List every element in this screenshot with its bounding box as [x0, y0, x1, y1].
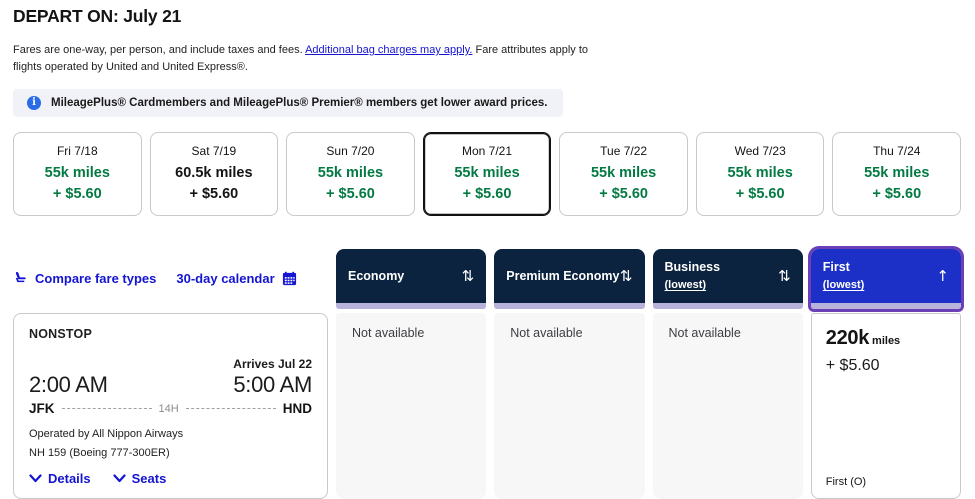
award-fees: + $5.60: [825, 357, 880, 375]
availability-status: Not available: [510, 326, 583, 341]
sort-ascending-icon: ↑: [936, 267, 949, 286]
fare-class-label: First (O): [825, 476, 867, 489]
arrival-note: Arrives Jul 22: [233, 357, 312, 372]
operated-by-text: Operated by All Nippon Airways: [29, 428, 184, 441]
availability-status: Not available: [668, 326, 741, 341]
details-link[interactable]: Details: [29, 471, 91, 486]
sort-icon: ⇅: [778, 267, 791, 286]
column-strip: [336, 303, 487, 310]
date-card-tue-7-22[interactable]: Tue 7/22 55k miles + $5.60: [559, 132, 688, 217]
date-label: Fri 7/18: [56, 144, 98, 159]
stops-label: NONSTOP: [29, 327, 92, 342]
date-miles: 55k miles: [454, 165, 520, 182]
date-miles: 55k miles: [864, 165, 930, 182]
column-economy: Economy ⇅: [336, 249, 487, 313]
date-fees: + $5.60: [52, 186, 102, 203]
departure-time: 2:00 AM: [29, 372, 108, 398]
column-strip: [810, 303, 961, 310]
sort-icon: ⇅: [461, 267, 475, 286]
seats-link[interactable]: Seats: [113, 471, 167, 487]
date-fees: + $5.60: [735, 186, 785, 203]
economy-header-sort-button[interactable]: Economy ⇅: [336, 249, 487, 310]
date-miles: 55k miles: [727, 165, 793, 182]
chevron-down-icon: [29, 471, 42, 486]
business-fare-cell: Not available: [652, 313, 803, 499]
date-fees: + $5.60: [189, 186, 239, 203]
seat-icon: [13, 271, 28, 286]
info-icon: i: [27, 96, 41, 111]
column-label: Premium Economy: [506, 269, 620, 283]
bag-charges-link[interactable]: Additional bag charges may apply.: [305, 44, 472, 56]
first-header-sort-button[interactable]: First (lowest) ↑: [810, 249, 961, 310]
date-label: Mon 7/21: [462, 144, 513, 159]
award-miles-unit: miles: [872, 335, 901, 348]
banner-text: MileagePlus® Cardmembers and MileagePlus…: [51, 97, 548, 110]
column-sublabel: (lowest): [664, 279, 707, 292]
economy-fare-cell: Not available: [336, 313, 487, 499]
date-fees: + $5.60: [462, 186, 512, 203]
award-price: 220k miles + $5.60: [826, 327, 946, 375]
results-grid: Compare fare types 30-day calendar Econo…: [13, 249, 961, 499]
column-label: First: [822, 260, 850, 274]
chevron-down-icon: [113, 471, 126, 486]
fare-disclaimer: Fares are one-way, per person, and inclu…: [13, 42, 613, 76]
date-label: Tue 7/22: [600, 144, 648, 159]
first-fare-cell[interactable]: 220k miles + $5.60 First (O): [810, 313, 961, 499]
column-premium-economy: Premium Economy ⇅: [494, 249, 645, 313]
origin-airport-code: JFK: [29, 401, 55, 417]
column-strip: [652, 303, 803, 310]
date-card-thu-7-24[interactable]: Thu 7/24 55k miles + $5.60: [832, 132, 962, 217]
date-label: Sun 7/20: [326, 144, 375, 159]
date-carousel: Fri 7/18 55k miles + $5.60 Sat 7/19 60.5…: [13, 132, 962, 217]
date-label: Thu 7/24: [873, 144, 921, 159]
date-miles: 55k miles: [44, 165, 110, 182]
date-fees: + $5.60: [326, 186, 375, 203]
date-miles: 55k miles: [317, 165, 384, 182]
premium-economy-header-sort-button[interactable]: Premium Economy ⇅: [494, 249, 645, 310]
flight-duration: 14H: [158, 402, 179, 415]
page-title: DEPART ON: July 21: [13, 6, 182, 26]
premium-economy-fare-cell: Not available: [494, 313, 645, 499]
destination-airport-code: HND: [282, 401, 313, 417]
compare-fare-types-link[interactable]: Compare fare types: [13, 271, 156, 286]
calendar-label: 30-day calendar: [176, 270, 275, 286]
availability-status: Not available: [352, 326, 425, 341]
flight-card: NONSTOP Arrives Jul 22 2:00 AM 5:00 AM J…: [13, 313, 328, 499]
date-fees: + $5.60: [872, 186, 922, 203]
flight-number-text: NH 159 (Boeing 777-300ER): [29, 447, 170, 460]
column-strip: [494, 303, 645, 310]
compare-fare-types-label: Compare fare types: [35, 270, 157, 286]
route-dash-line: [185, 408, 276, 410]
award-miles: 220k: [825, 327, 870, 350]
seats-label: Seats: [131, 471, 167, 487]
arrival-time: 5:00 AM: [233, 372, 312, 398]
date-label: Wed 7/23: [734, 144, 786, 159]
date-card-wed-7-23[interactable]: Wed 7/23 55k miles + $5.60: [695, 132, 825, 217]
sort-icon: ⇅: [619, 267, 633, 286]
column-business: Business (lowest) ⇅: [652, 249, 803, 313]
disclaimer-pre-text: Fares are one-way, per person, and inclu…: [13, 44, 306, 56]
date-miles: 60.5k miles: [175, 165, 253, 182]
mileageplus-info-banner: i MileagePlus® Cardmembers and MileagePl…: [13, 89, 564, 118]
date-card-sun-7-20[interactable]: Sun 7/20 55k miles + $5.60: [286, 132, 415, 217]
date-label: Sat 7/19: [191, 144, 237, 159]
date-card-mon-7-21[interactable]: Mon 7/21 55k miles + $5.60: [422, 132, 552, 217]
calendar-icon: [282, 271, 297, 286]
details-label: Details: [48, 471, 91, 487]
date-miles: 55k miles: [590, 165, 657, 182]
date-fees: + $5.60: [599, 186, 648, 203]
date-card-sat-7-19[interactable]: Sat 7/19 60.5k miles + $5.60: [149, 132, 279, 217]
column-label: Economy: [348, 269, 405, 283]
column-label: Business: [664, 260, 721, 274]
route-dash-line: [61, 408, 152, 410]
fare-tools: Compare fare types 30-day calendar: [13, 249, 328, 313]
column-sublabel: (lowest): [822, 279, 865, 292]
award-search-results-page: DEPART ON: July 21 Fares are one-way, pe…: [0, 0, 975, 499]
thirty-day-calendar-link[interactable]: 30-day calendar: [176, 271, 296, 286]
column-first-selected: First (lowest) ↑: [810, 249, 961, 313]
date-card-fri-7-18[interactable]: Fri 7/18 55k miles + $5.60: [13, 132, 142, 217]
business-header-sort-button[interactable]: Business (lowest) ⇅: [652, 249, 803, 310]
